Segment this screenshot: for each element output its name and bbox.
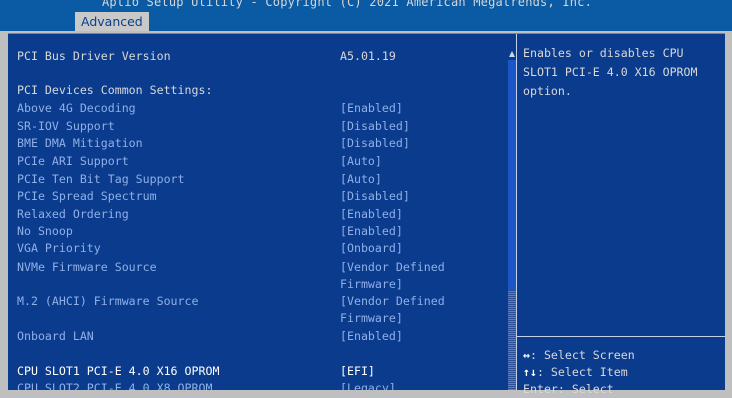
- setting-value[interactable]: [Enabled]: [340, 328, 403, 345]
- setting-value[interactable]: [Onboard]: [340, 240, 403, 257]
- setting-value[interactable]: [EFI]: [340, 363, 375, 380]
- setting-nvme-firmware-source[interactable]: NVMe Firmware Source [Vendor Defined: [8, 259, 508, 276]
- setting-label: BME DMA Mitigation: [17, 136, 143, 150]
- key-hint-select-item: ↑↓: Select Item: [523, 363, 628, 381]
- main-panel: PCI Bus Driver Version A5.01.19 PCI Devi…: [8, 33, 725, 396]
- setting-label: PCIe ARI Support: [17, 154, 129, 168]
- setting-value[interactable]: [Enabled]: [340, 223, 403, 240]
- setting-nvme-firmware-source-cont: Firmware]: [8, 276, 508, 293]
- setting-value-continuation: Firmware]: [340, 277, 403, 291]
- top-bar: Aptio Setup Utility - Copyright (C) 2021…: [0, 0, 732, 31]
- setting-cpu-slot1-oprom[interactable]: CPU SLOT1 PCI-E 4.0 X16 OPROM [EFI]: [8, 363, 508, 380]
- setting-relaxed-ordering[interactable]: Relaxed Ordering [Enabled]: [8, 206, 508, 223]
- setting-value[interactable]: [Auto]: [340, 153, 382, 170]
- bus-driver-row: PCI Bus Driver Version A5.01.19: [8, 48, 508, 65]
- setting-label: PCIe Spread Spectrum: [17, 189, 157, 203]
- setting-m2-ahci-firmware-source[interactable]: M.2 (AHCI) Firmware Source [Vendor Defin…: [8, 293, 508, 310]
- setting-m2-ahci-firmware-source-cont: Firmware]: [8, 310, 508, 327]
- help-divider: [517, 336, 725, 337]
- setting-label: CPU SLOT1 PCI-E 4.0 X16 OPROM: [17, 364, 220, 378]
- bus-driver-value: A5.01.19: [340, 49, 396, 63]
- key-hint-enter-select: Enter: Select: [523, 380, 614, 398]
- setting-sr-iov-support[interactable]: SR-IOV Support [Disabled]: [8, 118, 508, 135]
- setting-label: NVMe Firmware Source: [17, 260, 157, 274]
- left-right-arrows-icon: ↔: [523, 348, 530, 362]
- up-down-arrows-icon: ↑↓: [523, 365, 537, 379]
- key-hint-select-screen: ↔: Select Screen: [523, 346, 635, 364]
- setting-pcie-ten-bit-tag[interactable]: PCIe Ten Bit Tag Support [Auto]: [8, 171, 508, 188]
- setting-onboard-lan[interactable]: Onboard LAN [Enabled]: [8, 328, 508, 345]
- help-description: Enables or disables CPU SLOT1 PCI-E 4.0 …: [523, 46, 698, 98]
- setting-value[interactable]: [Auto]: [340, 171, 382, 188]
- setting-no-snoop[interactable]: No Snoop [Enabled]: [8, 223, 508, 240]
- setting-value[interactable]: [Enabled]: [340, 206, 403, 223]
- setting-above-4g-decoding[interactable]: Above 4G Decoding [Enabled]: [8, 100, 508, 117]
- setting-pcie-spread-spectrum[interactable]: PCIe Spread Spectrum [Disabled]: [8, 188, 508, 205]
- setting-label: Onboard LAN: [17, 329, 94, 343]
- setting-value[interactable]: [Disabled]: [340, 188, 410, 205]
- setting-value[interactable]: [Disabled]: [340, 118, 410, 135]
- setting-label: Relaxed Ordering: [17, 207, 129, 221]
- scroll-up-arrow-icon[interactable]: [509, 51, 515, 57]
- setting-label: Above 4G Decoding: [17, 101, 136, 115]
- setting-pcie-ari-support[interactable]: PCIe ARI Support [Auto]: [8, 153, 508, 170]
- setting-value[interactable]: [Disabled]: [340, 135, 410, 152]
- setting-value[interactable]: [Enabled]: [340, 100, 403, 117]
- setting-value[interactable]: [Vendor Defined: [340, 259, 445, 276]
- setting-label: No Snoop: [17, 224, 73, 238]
- key-hint-desc: : Select Item: [536, 365, 628, 379]
- key-hint-desc: : Select: [557, 382, 614, 396]
- setting-label: PCIe Ten Bit Tag Support: [17, 172, 185, 186]
- settings-list: PCI Bus Driver Version A5.01.19 PCI Devi…: [8, 34, 508, 390]
- setting-bme-dma-mitigation[interactable]: BME DMA Mitigation [Disabled]: [8, 135, 508, 152]
- enter-key-label: Enter: [523, 382, 558, 396]
- setting-label: VGA Priority: [17, 241, 101, 255]
- setting-vga-priority[interactable]: VGA Priority [Onboard]: [8, 240, 508, 257]
- tab-advanced[interactable]: Advanced: [75, 12, 149, 31]
- utility-title: Aptio Setup Utility - Copyright (C) 2021…: [102, 0, 593, 9]
- key-hint-desc: : Select Screen: [529, 348, 635, 362]
- common-settings-heading: PCI Devices Common Settings:: [8, 82, 508, 99]
- setting-label: SR-IOV Support: [17, 119, 115, 133]
- setting-value-continuation: Firmware]: [340, 311, 403, 325]
- bus-driver-label: PCI Bus Driver Version: [17, 49, 171, 63]
- scrollbar-thumb[interactable]: [508, 60, 516, 290]
- common-settings-heading-label: PCI Devices Common Settings:: [17, 83, 213, 97]
- setting-label: M.2 (AHCI) Firmware Source: [17, 294, 199, 308]
- help-panel: Enables or disables CPU SLOT1 PCI-E 4.0 …: [517, 34, 725, 396]
- setting-value[interactable]: [Vendor Defined: [340, 293, 445, 310]
